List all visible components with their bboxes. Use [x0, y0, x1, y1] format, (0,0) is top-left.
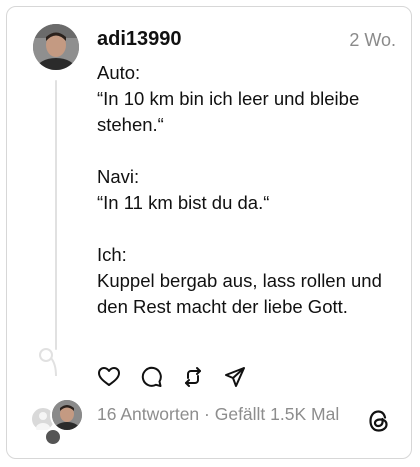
share-icon[interactable] [223, 365, 247, 389]
post-time: 2 Wo. [349, 30, 396, 50]
post-stats: 16 Antworten · Gefällt 1.5K Mal [97, 404, 339, 425]
stats-separator: · [199, 404, 215, 424]
heart-icon[interactable] [97, 365, 121, 389]
reply-avatars [30, 398, 86, 446]
reply-avatar [44, 428, 62, 446]
reply-avatar [50, 398, 84, 432]
username[interactable]: adi13990 [97, 28, 182, 51]
replies-count[interactable]: 16 Antworten [97, 404, 199, 424]
avatar[interactable] [33, 24, 79, 70]
post-text: Auto: “In 10 km bin ich leer und bleibe … [97, 62, 382, 317]
action-bar [97, 365, 247, 389]
comment-icon[interactable] [139, 365, 163, 389]
repost-icon[interactable] [181, 365, 205, 389]
likes-count[interactable]: Gefällt 1.5K Mal [215, 404, 340, 424]
thread-loop-icon [39, 348, 57, 376]
thread-line [55, 80, 57, 350]
threads-icon [369, 410, 388, 432]
